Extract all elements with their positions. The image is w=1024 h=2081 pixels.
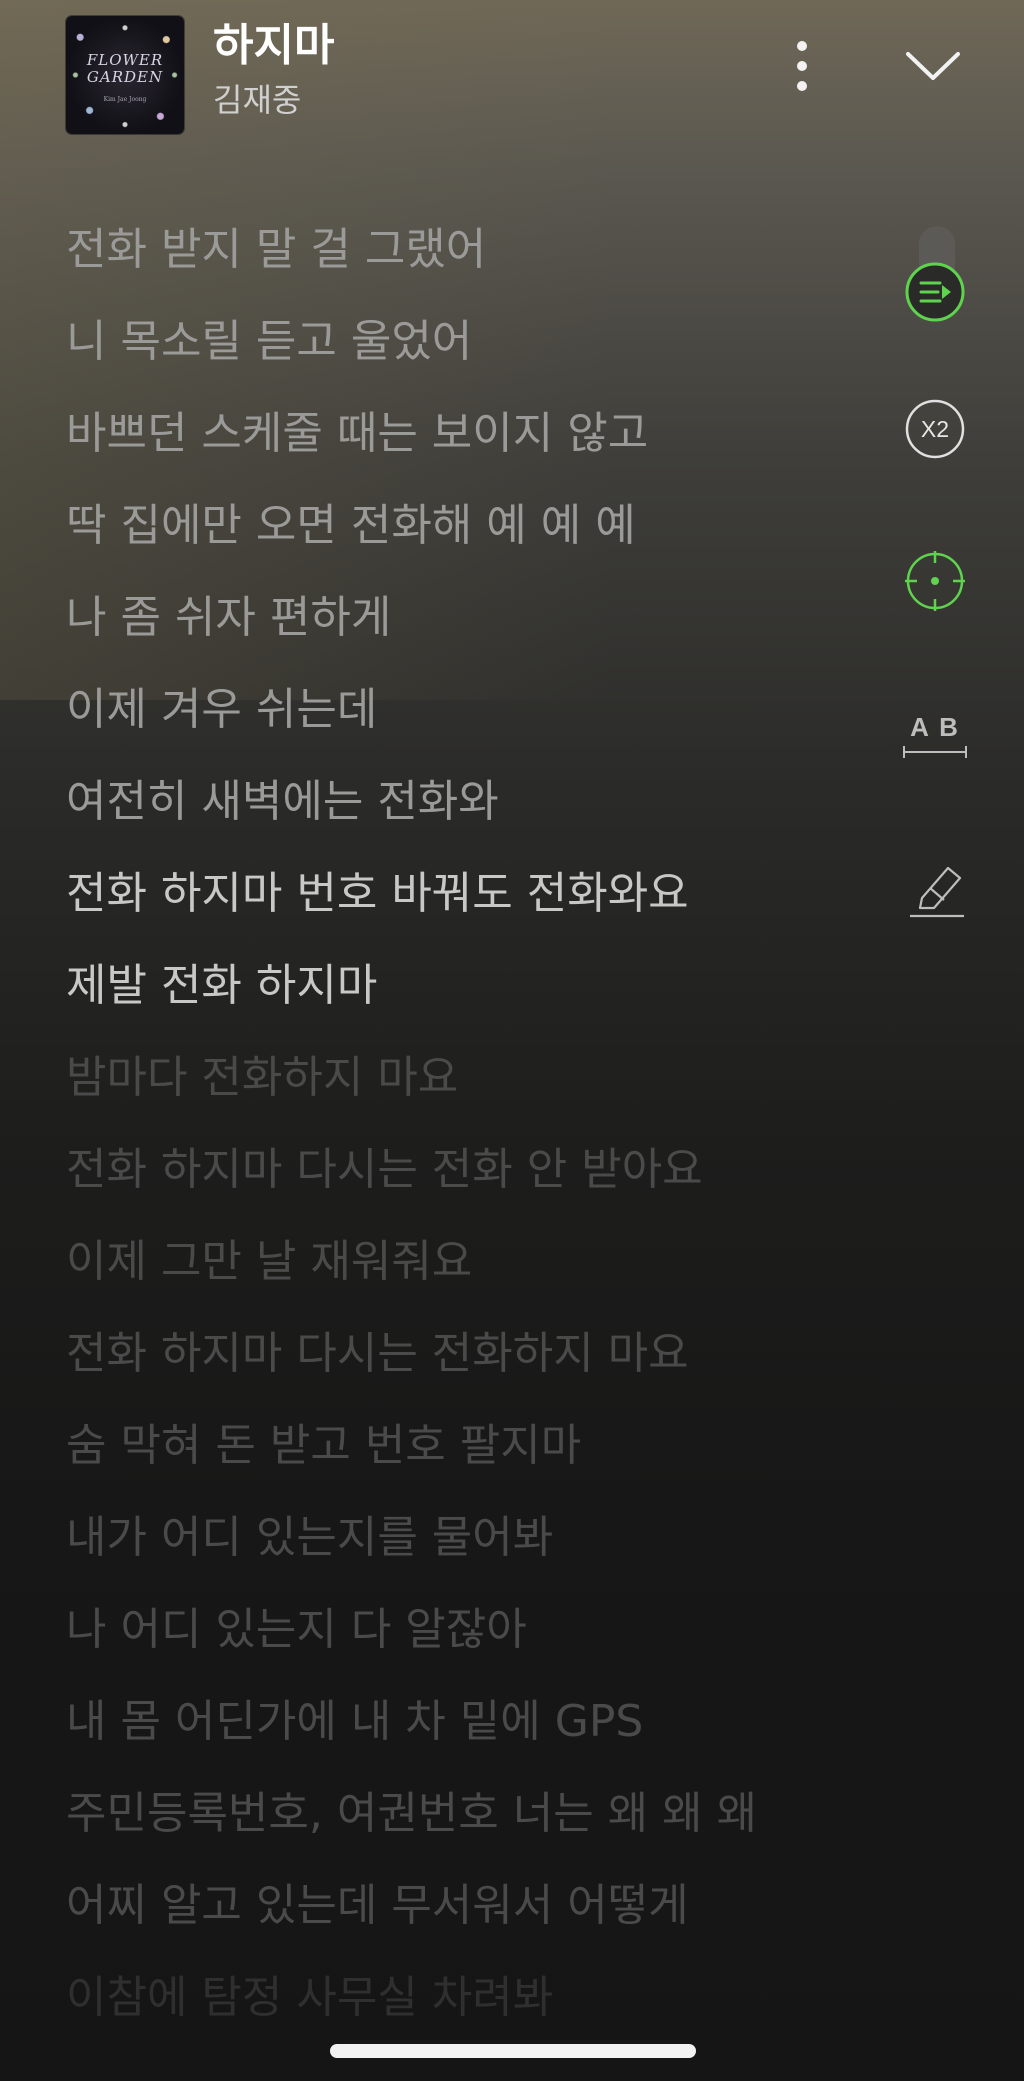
lyric-line[interactable]: 밤마다 전화하지 마요 — [66, 1042, 846, 1134]
collapse-player-button[interactable] — [900, 40, 966, 92]
playback-speed-button[interactable]: X2 — [900, 394, 970, 464]
speed-label: X2 — [920, 415, 950, 442]
chevron-down-icon — [906, 52, 960, 80]
lyric-line[interactable]: 전화 하지마 다시는 전화하지 마요 — [66, 1318, 846, 1410]
lyric-line[interactable]: 이제 그만 날 재워줘요 — [66, 1226, 846, 1318]
translate-icon — [903, 746, 967, 758]
highlight-icon — [910, 866, 964, 918]
lyric-line[interactable]: 어찌 알고 있는데 무서워서 어떻게 — [66, 1870, 846, 1962]
lyric-line[interactable]: 나 어디 있는지 다 알잖아 — [66, 1594, 846, 1686]
lyric-line[interactable]: 바쁘던 스케줄 때는 보이지 않고 — [66, 398, 846, 490]
translation-button[interactable]: A B — [900, 700, 970, 770]
lyric-line[interactable]: 딱 집에만 오면 전화해 예 예 예 — [66, 490, 846, 582]
lyric-line-current[interactable]: 제발 전화 하지마 — [66, 950, 846, 1042]
lyric-line[interactable]: 내 몸 어딘가에 내 차 밑에 GPS — [66, 1686, 846, 1778]
lyric-line[interactable]: 여전히 새벽에는 전화와 — [66, 766, 846, 858]
song-title: 하지마 — [213, 20, 335, 71]
album-art-title: FLOWER GARDEN — [86, 51, 164, 86]
player-header: FLOWER GARDEN Kim Jae Joong 하지마 김재중 — [0, 0, 1024, 150]
lyric-line[interactable]: 전화 받지 말 걸 그랬어 — [66, 214, 846, 306]
lyric-line[interactable]: 나 좀 쉬자 편하게 — [66, 582, 846, 674]
lyrics-sync-button[interactable] — [900, 257, 970, 327]
artist-name[interactable]: 김재중 — [213, 80, 301, 120]
lyrics-list[interactable]: 전화 받지 말 걸 그랬어 니 목소릴 듣고 울었어 바쁘던 스케줄 때는 보이… — [66, 214, 846, 2054]
highlight-button[interactable] — [900, 852, 970, 922]
focus-icon — [905, 551, 965, 611]
more-options-button[interactable] — [780, 36, 824, 96]
more-vertical-icon — [797, 41, 807, 91]
focus-mode-button[interactable] — [900, 546, 970, 616]
lyric-line-current[interactable]: 전화 하지마 번호 바꿔도 전화와요 — [66, 858, 846, 950]
lyric-line[interactable]: 니 목소릴 듣고 울었어 — [66, 306, 846, 398]
home-indicator[interactable] — [330, 2044, 696, 2058]
lyric-line[interactable]: 주민등록번호, 여권번호 너는 왜 왜 왜 — [66, 1778, 846, 1870]
lyrics-sync-icon — [905, 262, 965, 322]
lyric-line[interactable]: 이참에 탐정 사무실 차려봐 — [66, 1962, 846, 2054]
lyric-line[interactable]: 내가 어디 있는지를 물어봐 — [66, 1502, 846, 1594]
album-art[interactable]: FLOWER GARDEN Kim Jae Joong — [66, 16, 184, 134]
album-art-subtitle: Kim Jae Joong — [103, 96, 147, 103]
lyric-line[interactable]: 이제 겨우 쉬는데 — [66, 674, 846, 766]
lyric-line[interactable]: 전화 하지마 다시는 전화 안 받아요 — [66, 1134, 846, 1226]
lyric-line[interactable]: 숨 막혀 돈 받고 번호 팔지마 — [66, 1410, 846, 1502]
